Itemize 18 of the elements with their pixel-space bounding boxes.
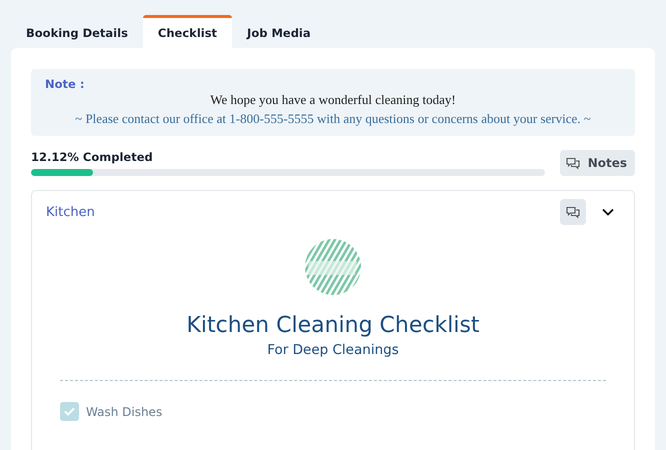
checklist-heading: Kitchen Cleaning Checklist: [186, 313, 480, 338]
tab[interactable]: Checklist: [142, 15, 232, 48]
comment-button[interactable]: [560, 199, 586, 225]
checklist-subheading: For Deep Cleanings: [267, 342, 399, 358]
note-label: Note :: [45, 77, 86, 91]
progress-label: 12.12% Completed: [31, 150, 154, 164]
check-icon: [64, 407, 75, 416]
checkbox[interactable]: [60, 402, 79, 421]
chat-icon: [566, 156, 580, 170]
note-text: ~ Please contact our office at 1-800-555-5555 with any questions or concerns about your service. ~: [74, 111, 592, 127]
chat-icon: [566, 206, 580, 218]
tab[interactable]: Job Media: [232, 15, 326, 48]
chevron-icon[interactable]: [602, 208, 614, 216]
tab[interactable]: Booking Details: [11, 15, 143, 48]
section-title: Kitchen: [46, 204, 96, 220]
note-text: We hope you have a wonderful cleaning today!: [209, 92, 457, 108]
item-label: Wash Dishes: [86, 404, 162, 418]
notes-button[interactable]: Notes: [560, 150, 635, 176]
